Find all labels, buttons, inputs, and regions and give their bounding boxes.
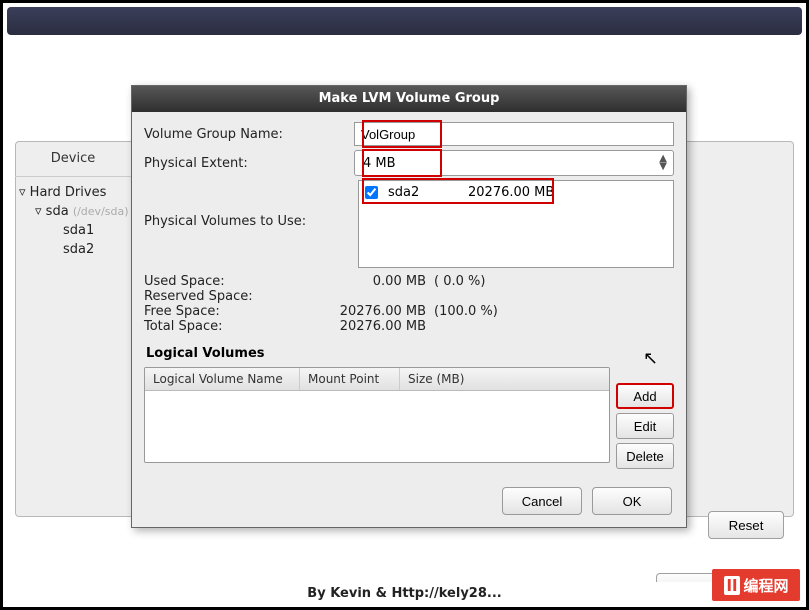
pv-size: 20276.00 MB <box>468 185 554 200</box>
dialog-title: Make LVM Volume Group <box>132 86 686 112</box>
used-space-pct: ( 0.0 %) <box>434 274 485 289</box>
lv-delete-button[interactable]: Delete <box>616 443 674 469</box>
lv-add-button[interactable]: Add <box>616 383 674 409</box>
dialog-make-lvm-group: Make LVM Volume Group Volume Group Name:… <box>131 85 687 528</box>
pv-row-sda2[interactable]: sda2 20276.00 MB <box>365 185 667 200</box>
used-space-value: 0.00 MB <box>314 274 434 289</box>
total-space-value: 20276.00 MB <box>314 319 434 334</box>
device-column-header: Device <box>15 141 131 177</box>
lv-table-header: Logical Volume Name Mount Point Size (MB… <box>145 368 609 391</box>
pv-listbox[interactable]: sda2 20276.00 MB <box>358 180 674 268</box>
outer-window-titlebar <box>7 7 802 35</box>
disk-devpath: (/dev/sda) <box>73 205 129 218</box>
label-pv-to-use: Physical Volumes to Use: <box>144 180 354 229</box>
tree-part-sda2[interactable]: sda2 <box>19 240 127 259</box>
vg-name-input[interactable] <box>354 122 674 146</box>
footer-credit: By Kevin & Http://kely28... <box>3 582 806 605</box>
device-sidebar: Device Hard Drives sda (/dev/sda) sda1 s… <box>15 141 131 517</box>
lv-col-name: Logical Volume Name <box>145 368 300 390</box>
lv-col-mount: Mount Point <box>300 368 400 390</box>
lv-table[interactable]: Logical Volume Name Mount Point Size (MB… <box>144 367 610 463</box>
logical-volumes-title: Logical Volumes <box>144 342 674 365</box>
pv-checkbox-sda2[interactable] <box>365 186 378 199</box>
label-used-space: Used Space: <box>144 274 314 289</box>
physical-extent-value: 4 MB <box>363 156 396 171</box>
label-physical-extent: Physical Extent: <box>144 156 354 171</box>
select-arrows-icon: ▲▼ <box>659 155 667 171</box>
reset-button[interactable]: Reset <box>708 511 784 539</box>
label-reserved-space: Reserved Space: <box>144 289 314 304</box>
tree-part-sda1[interactable]: sda1 <box>19 221 127 240</box>
physical-extent-select[interactable]: 4 MB ▲▼ <box>354 150 674 176</box>
tree-disk-sda[interactable]: sda (/dev/sda) <box>19 202 127 221</box>
reserved-space-value <box>314 289 434 304</box>
ok-button[interactable]: OK <box>592 487 672 515</box>
label-vg-name: Volume Group Name: <box>144 127 354 142</box>
tree-hard-drives[interactable]: Hard Drives <box>19 183 127 202</box>
pv-name: sda2 <box>388 185 458 200</box>
lv-col-size: Size (MB) <box>400 368 609 390</box>
free-space-pct: (100.0 %) <box>434 304 498 319</box>
lv-edit-button[interactable]: Edit <box>616 413 674 439</box>
label-free-space: Free Space: <box>144 304 314 319</box>
cancel-button[interactable]: Cancel <box>502 487 582 515</box>
free-space-value: 20276.00 MB <box>314 304 434 319</box>
site-logo: ll编程网 <box>712 569 800 601</box>
label-total-space: Total Space: <box>144 319 314 334</box>
